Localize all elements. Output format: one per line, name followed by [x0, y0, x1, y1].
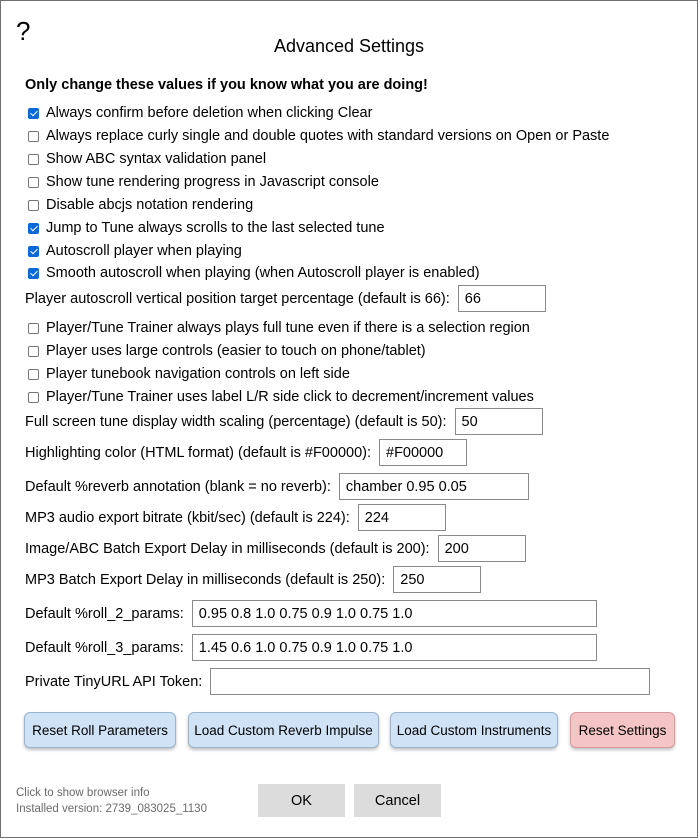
highlight-color-row: Highlighting color (HTML format) (defaul… — [25, 439, 467, 466]
field-label: Image/ABC Batch Export Delay in millisec… — [25, 540, 430, 557]
checkbox-row-disable-rendering[interactable]: Disable abcjs notation rendering — [28, 197, 253, 213]
checkbox-label: Always confirm before deletion when clic… — [46, 105, 373, 121]
checkbox-row-full-tune[interactable]: Player/Tune Trainer always plays full tu… — [28, 320, 530, 336]
checkbox-label: Show ABC syntax validation panel — [46, 151, 267, 167]
checkbox-row-autoscroll[interactable]: Autoscroll player when playing — [28, 243, 242, 259]
field-label: Highlighting color (HTML format) (defaul… — [25, 444, 371, 461]
checkbox[interactable] — [28, 199, 39, 211]
browser-info-link[interactable]: Click to show browser info — [16, 785, 207, 801]
reverb-input[interactable]: chamber 0.95 0.05 — [338, 473, 529, 500]
batch-delay-row: Image/ABC Batch Export Delay in millisec… — [25, 535, 526, 562]
checkbox-label: Player/Tune Trainer always plays full tu… — [46, 320, 530, 336]
fullscreen-width-input[interactable]: 50 — [454, 408, 543, 435]
checkbox-row-syntax-panel[interactable]: Show ABC syntax validation panel — [28, 151, 266, 167]
checkbox[interactable] — [28, 322, 39, 334]
roll2-input[interactable]: 0.95 0.8 1.0 0.75 0.9 1.0 0.75 1.0 — [191, 600, 597, 627]
checkbox-label: Player/Tune Trainer uses label L/R side … — [46, 389, 534, 405]
field-label: Full screen tune display width scaling (… — [25, 413, 447, 430]
roll2-row: Default %roll_2_params: 0.95 0.8 1.0 0.7… — [25, 600, 597, 627]
field-label: Default %roll_3_params: — [25, 639, 184, 656]
checkbox[interactable] — [28, 267, 39, 279]
roll3-input[interactable]: 1.45 0.6 1.0 0.75 0.9 1.0 0.75 1.0 — [191, 634, 597, 661]
checkbox-label: Player uses large controls (easier to to… — [46, 343, 426, 359]
checkbox[interactable] — [28, 345, 39, 357]
reset-settings-button[interactable]: Reset Settings — [570, 712, 675, 748]
highlight-color-input[interactable]: #F00000 — [379, 439, 467, 466]
fullscreen-width-row: Full screen tune display width scaling (… — [25, 408, 543, 435]
dialog-title: Advanced Settings — [273, 36, 425, 56]
checkbox-row-nav-left[interactable]: Player tunebook navigation controls on l… — [28, 366, 350, 382]
checkbox-row-large-controls[interactable]: Player uses large controls (easier to to… — [28, 343, 426, 359]
reverb-row: Default %reverb annotation (blank = no r… — [25, 473, 529, 500]
roll3-row: Default %roll_3_params: 1.45 0.6 1.0 0.7… — [25, 634, 597, 661]
load-custom-instruments-button[interactable]: Load Custom Instruments — [390, 712, 558, 748]
installed-version: Installed version: 2739_083025_1130 — [16, 803, 207, 815]
checkbox[interactable] — [28, 245, 39, 257]
checkbox-row-label-click[interactable]: Player/Tune Trainer uses label L/R side … — [28, 389, 534, 405]
checkbox[interactable] — [28, 130, 39, 142]
warning-text: Only change these values if you know wha… — [25, 77, 428, 93]
field-label: Private TinyURL API Token: — [25, 673, 203, 690]
field-label: Player autoscroll vertical position targ… — [25, 290, 450, 307]
checkbox-label: Jump to Tune always scrolls to the last … — [46, 220, 385, 236]
field-label: MP3 audio export bitrate (kbit/sec) (def… — [25, 509, 350, 526]
checkbox-label: Autoscroll player when playing — [46, 243, 242, 259]
checkbox-label: Smooth autoscroll when playing (when Aut… — [46, 265, 480, 281]
field-label: Default %roll_2_params: — [25, 605, 184, 622]
checkbox-row-smooth-autoscroll[interactable]: Smooth autoscroll when playing (when Aut… — [28, 265, 480, 281]
checkbox[interactable] — [28, 176, 39, 188]
ok-button[interactable]: OK — [258, 784, 345, 817]
checkbox[interactable] — [28, 153, 39, 165]
checkbox[interactable] — [28, 368, 39, 380]
cancel-button[interactable]: Cancel — [354, 784, 441, 817]
checkbox-row-replace-quotes[interactable]: Always replace curly single and double q… — [28, 128, 609, 144]
checkbox[interactable] — [28, 107, 39, 119]
mp3-batch-delay-input[interactable]: 250 — [393, 566, 482, 593]
advanced-settings-dialog: ? Advanced Settings Only change these va… — [0, 0, 698, 838]
checkbox-label: Always replace curly single and double q… — [46, 128, 610, 144]
checkbox-row-jump-to-tune[interactable]: Jump to Tune always scrolls to the last … — [28, 220, 385, 236]
checkbox-row-render-progress[interactable]: Show tune rendering progress in Javascri… — [28, 174, 379, 190]
autoscroll-target-row: Player autoscroll vertical position targ… — [25, 285, 546, 312]
checkbox-row-confirm-delete[interactable]: Always confirm before deletion when clic… — [28, 105, 372, 121]
reset-roll-parameters-button[interactable]: Reset Roll Parameters — [24, 712, 176, 748]
autoscroll-target-input[interactable]: 66 — [457, 285, 546, 312]
tinyurl-row: Private TinyURL API Token: — [25, 668, 651, 695]
browser-info[interactable]: Click to show browser info Installed ver… — [16, 785, 207, 817]
tinyurl-token-input[interactable] — [210, 668, 651, 695]
checkbox-label: Disable abcjs notation rendering — [46, 197, 254, 213]
field-label: MP3 Batch Export Delay in milliseconds (… — [25, 571, 386, 588]
checkbox[interactable] — [28, 391, 39, 403]
field-label: Default %reverb annotation (blank = no r… — [25, 478, 331, 495]
mp3-batch-delay-row: MP3 Batch Export Delay in milliseconds (… — [25, 566, 482, 593]
mp3-bitrate-input[interactable]: 224 — [357, 504, 446, 531]
checkbox-label: Player tunebook navigation controls on l… — [46, 366, 350, 382]
load-custom-reverb-button[interactable]: Load Custom Reverb Impulse — [188, 712, 379, 748]
checkbox[interactable] — [28, 222, 39, 234]
checkbox-label: Show tune rendering progress in Javascri… — [46, 174, 379, 190]
batch-delay-input[interactable]: 200 — [437, 535, 526, 562]
mp3-bitrate-row: MP3 audio export bitrate (kbit/sec) (def… — [25, 504, 446, 531]
